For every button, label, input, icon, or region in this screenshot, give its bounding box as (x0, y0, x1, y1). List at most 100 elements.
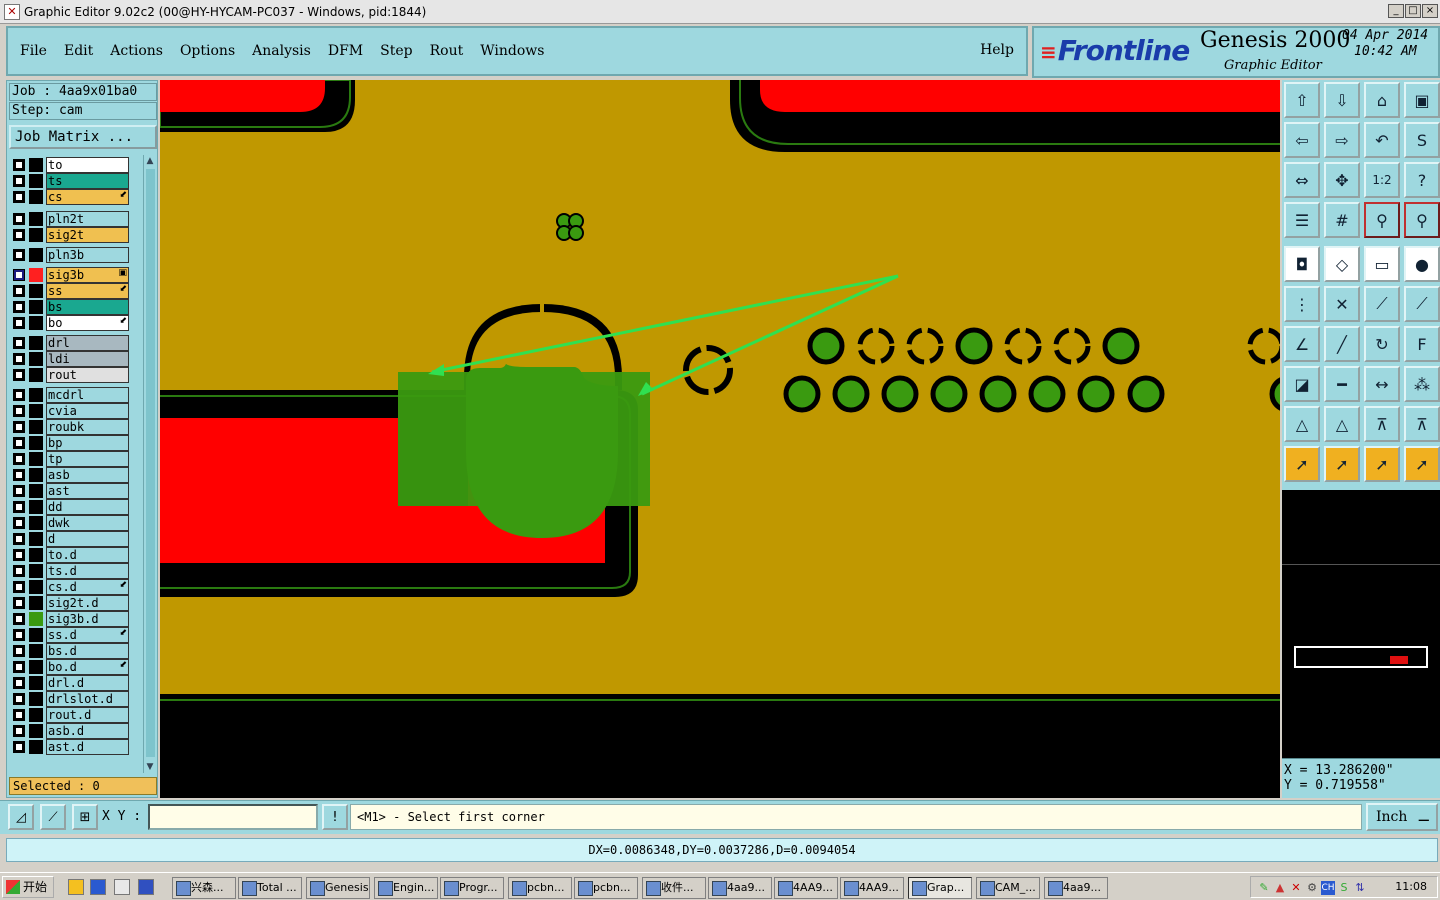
taskbar-task-button[interactable]: 4aa9... (708, 877, 772, 899)
taskbar-task-button[interactable]: Total ... (238, 877, 302, 899)
taskbar-task-button[interactable]: Genesis (306, 877, 370, 899)
layer-row[interactable]: sig3b.d (11, 611, 135, 627)
layer-color-swatch[interactable] (29, 174, 43, 188)
layer-name[interactable]: dd (46, 499, 129, 515)
layer-color-swatch[interactable] (29, 548, 43, 562)
layer-name[interactable]: bs (46, 299, 129, 315)
layer-checkbox[interactable] (13, 581, 25, 593)
layer-checkbox[interactable] (13, 645, 25, 657)
home-icon[interactable]: ⌂ (1364, 82, 1400, 118)
layer-checkbox[interactable] (13, 337, 25, 349)
layer-name[interactable]: bo (46, 315, 129, 331)
start-button[interactable]: 开始 (2, 876, 54, 898)
taskbar-task-button[interactable]: 4AA9... (840, 877, 904, 899)
close-button[interactable]: × (1422, 4, 1438, 18)
layer-row[interactable]: pln2t (11, 211, 135, 227)
layer-row[interactable]: ast.d (11, 739, 135, 755)
layer-name[interactable]: rout.d (46, 707, 129, 723)
layer-color-swatch[interactable] (29, 420, 43, 434)
layer-row[interactable]: to.d (11, 547, 135, 563)
layer-checkbox[interactable] (13, 285, 25, 297)
layer-color-swatch[interactable] (29, 468, 43, 482)
layer-name[interactable]: roubk (46, 419, 129, 435)
layer-row[interactable]: bs.d (11, 643, 135, 659)
layer-checkbox[interactable] (13, 485, 25, 497)
layer-name[interactable]: to (46, 157, 129, 173)
layer-checkbox[interactable] (13, 353, 25, 365)
layer-row[interactable]: drlslot.d (11, 691, 135, 707)
layer-checkbox[interactable] (13, 677, 25, 689)
layer-name[interactable]: ss.d (46, 627, 129, 643)
grid-icon[interactable]: # (1324, 202, 1360, 238)
pads-group-icon[interactable]: ⁂ (1404, 366, 1440, 402)
layer-color-swatch[interactable] (29, 368, 43, 382)
layer-name[interactable]: pln3b (46, 247, 129, 263)
layer-row[interactable]: roubk (11, 419, 135, 435)
tray-x-icon[interactable]: ✕ (1289, 881, 1303, 895)
pointer-select-icon[interactable]: ➚ (1324, 446, 1360, 482)
layer-checkbox[interactable] (13, 517, 25, 529)
triangle-measure-alt-icon[interactable]: ⊼ (1404, 406, 1440, 442)
layer-checkbox[interactable] (13, 501, 25, 513)
layer-row[interactable]: tp (11, 451, 135, 467)
layer-row[interactable]: mcdrl (11, 387, 135, 403)
layer-checkbox[interactable] (13, 613, 25, 625)
snap-mode-icon[interactable]: ◿ (8, 804, 34, 830)
line-node-icon[interactable]: ⟋ (1364, 286, 1400, 322)
quicklaunch-edit-icon[interactable] (114, 879, 130, 895)
layer-name[interactable]: asb.d (46, 723, 129, 739)
scroll-track[interactable] (146, 169, 155, 757)
layer-checkbox[interactable] (13, 175, 25, 187)
layer-name[interactable]: dwk (46, 515, 129, 531)
menu-edit[interactable]: Edit (64, 43, 93, 59)
layer-checkbox[interactable] (13, 159, 25, 171)
scroll-up-icon[interactable]: ▲ (144, 155, 156, 167)
layer-row[interactable]: ldi (11, 351, 135, 367)
pointer-icon[interactable]: ➚ (1284, 446, 1320, 482)
menu-help[interactable]: Help (980, 42, 1014, 58)
angle-icon[interactable]: ∠ (1284, 326, 1320, 362)
layer-name[interactable]: tp (46, 451, 129, 467)
layer-color-swatch[interactable] (29, 532, 43, 546)
taskbar-task-button[interactable]: CAM_... (976, 877, 1040, 899)
layer-name[interactable]: mcdrl (46, 387, 129, 403)
taskbar-task-button[interactable]: pcbn... (574, 877, 638, 899)
edit-shape-icon[interactable]: ◇ (1324, 246, 1360, 282)
layer-name[interactable]: d (46, 531, 129, 547)
text-f-icon[interactable]: F (1404, 326, 1440, 362)
layer-color-swatch[interactable] (29, 388, 43, 402)
layer-name[interactable]: to.d (46, 547, 129, 563)
quicklaunch-ie-icon[interactable] (90, 879, 106, 895)
layer-name[interactable]: cs.d (46, 579, 129, 595)
layer-name[interactable]: rout (46, 367, 129, 383)
menu-options[interactable]: Options (180, 43, 235, 59)
xy-input[interactable] (148, 804, 318, 830)
zoom-home-down-icon[interactable]: ⇩ (1324, 82, 1360, 118)
layer-color-swatch[interactable] (29, 436, 43, 450)
layer-checkbox[interactable] (13, 421, 25, 433)
maximize-button[interactable]: □ (1405, 4, 1421, 18)
info-icon[interactable]: ! (322, 804, 348, 830)
layer-settings-icon[interactable]: ☰ (1284, 202, 1320, 238)
layer-name[interactable]: drlslot.d (46, 691, 129, 707)
select-feature-icon[interactable]: ◘ (1284, 246, 1320, 282)
layer-row[interactable]: to (11, 157, 135, 173)
layer-color-swatch[interactable] (29, 484, 43, 498)
taskbar-task-button[interactable]: pcbn... (508, 877, 572, 899)
layer-color-swatch[interactable] (29, 676, 43, 690)
scroll-down-icon[interactable]: ▼ (144, 761, 156, 773)
layer-row[interactable]: rout (11, 367, 135, 383)
undo-icon[interactable]: ↶ (1364, 122, 1400, 158)
layer-color-swatch[interactable] (29, 692, 43, 706)
scale-1-2-icon[interactable]: 1:2 (1364, 162, 1400, 198)
layer-name[interactable]: pln2t (46, 211, 129, 227)
layer-row[interactable]: dwk (11, 515, 135, 531)
pointer-move-icon[interactable]: ➚ (1364, 446, 1400, 482)
layer-row[interactable]: ss.d ⬋ (11, 627, 135, 643)
layer-row[interactable]: ts.d (11, 563, 135, 579)
layer-row[interactable]: ss ⬋ (11, 283, 135, 299)
layer-name[interactable]: bp (46, 435, 129, 451)
layer-checkbox[interactable] (13, 725, 25, 737)
layer-color-swatch[interactable] (29, 644, 43, 658)
layer-row[interactable]: cs ⬋ (11, 189, 135, 205)
